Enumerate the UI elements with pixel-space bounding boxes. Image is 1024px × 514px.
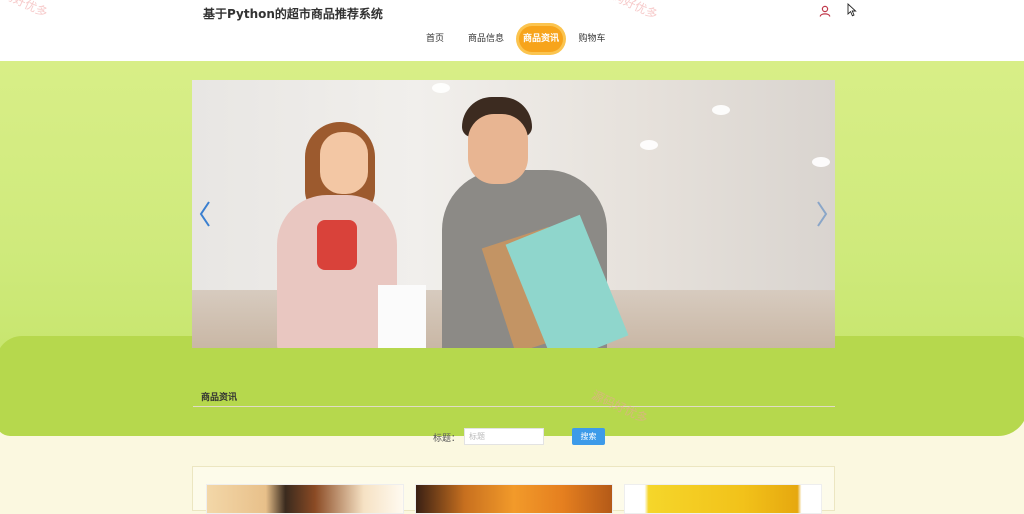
woman-face [320,132,368,194]
chevron-left-icon[interactable] [198,200,212,228]
ceiling-light [640,140,658,150]
ceiling-light [432,83,450,93]
chevron-right-icon[interactable] [815,200,829,228]
site-title: 基于Python的超市商品推荐系统 [203,7,383,21]
section-divider [193,406,835,407]
title-search-input[interactable] [464,428,544,445]
ceiling-light [712,105,730,115]
mouse-cursor-icon [847,3,857,17]
news-card-image [207,485,403,513]
ceiling-light [812,157,830,167]
banner-stripe [0,336,1024,436]
man-face [468,114,528,184]
main-nav: 首页 商品信息 商品资讯 购物车 [0,24,1024,54]
nav-item-news[interactable]: 商品资讯 [519,26,563,52]
news-card-image [416,485,612,513]
section-title: 商品资讯 [201,393,238,403]
news-card[interactable] [415,484,613,514]
nav-item-cart[interactable]: 购物车 [574,24,610,54]
nav-item-home[interactable]: 首页 [420,24,450,54]
nav-item-products[interactable]: 商品信息 [465,24,507,54]
news-card-list [192,466,835,514]
search-label: 标题： [433,434,461,444]
news-card[interactable] [206,484,404,514]
user-icon[interactable] [819,5,831,17]
news-card[interactable] [624,484,822,514]
search-button[interactable]: 搜索 [572,428,605,445]
shopping-bag-white [378,285,426,348]
header: 基于Python的超市商品推荐系统 首页 商品信息 商品资讯 购物车 [0,0,1024,61]
carousel-slide-image[interactable] [192,80,835,348]
woman-shirt [317,220,357,270]
news-card-image [625,485,821,513]
